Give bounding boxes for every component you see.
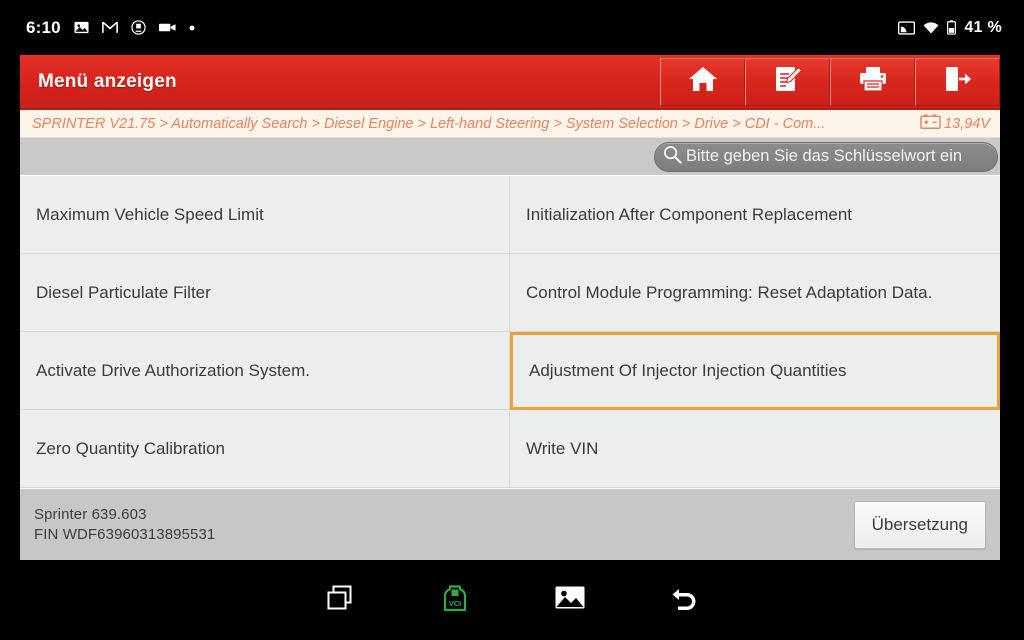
vehicle-vin-label: FIN WDF63960313895531 xyxy=(34,526,216,543)
vci-button[interactable]: VCI xyxy=(397,570,512,630)
app-footer: Sprinter 639.603 FIN WDF63960313895531 Ü… xyxy=(20,488,1000,560)
vci-connector-icon: VCI xyxy=(438,584,472,617)
breadcrumb-bar: SPRINTER V21.75 > Automatically Search >… xyxy=(20,110,1000,138)
menu-item-label: Activate Drive Authorization System. xyxy=(36,360,311,380)
menu-item-initialization-after-component-replacement[interactable]: Initialization After Component Replaceme… xyxy=(510,176,1000,254)
back-button[interactable] xyxy=(627,570,742,630)
wifi-icon xyxy=(923,21,939,34)
menu-item-activate-drive-authorization-system[interactable]: Activate Drive Authorization System. xyxy=(20,332,510,410)
notes-edit-icon xyxy=(773,64,803,99)
menu-item-control-module-programming-reset-adaptation-data[interactable]: Control Module Programming: Reset Adapta… xyxy=(510,254,1000,332)
recents-icon xyxy=(326,584,354,617)
home-button[interactable] xyxy=(660,57,745,106)
notes-button[interactable] xyxy=(745,57,830,106)
gallery-button[interactable] xyxy=(512,570,627,630)
menu-item-label: Diesel Particulate Filter xyxy=(36,282,211,302)
header-toolbar xyxy=(660,57,1000,106)
search-bar-row: Bitte geben Sie das Schlüsselwort ein xyxy=(20,138,1000,176)
app-header: Menü anzeigen xyxy=(20,55,1000,110)
menu-item-label: Zero Quantity Calibration xyxy=(36,438,225,458)
menu-item-diesel-particulate-filter[interactable]: Diesel Particulate Filter xyxy=(20,254,510,332)
android-status-bar: 6:10 41 % xyxy=(0,0,1024,55)
search-input[interactable]: Bitte geben Sie das Schlüsselwort ein xyxy=(654,141,998,172)
breadcrumb[interactable]: SPRINTER V21.75 > Automatically Search >… xyxy=(20,116,920,132)
menu-item-zero-quantity-calibration[interactable]: Zero Quantity Calibration xyxy=(20,410,510,488)
translate-button[interactable]: Übersetzung xyxy=(853,500,986,549)
search-icon xyxy=(663,145,682,169)
status-bar-right: 41 % xyxy=(898,19,1024,37)
back-icon xyxy=(670,585,700,616)
menu-item-adjustment-of-injector-injection-quantities[interactable]: Adjustment Of Injector Injection Quantit… xyxy=(510,332,1000,410)
menu-item-write-vin[interactable]: Write VIN xyxy=(510,410,1000,488)
android-navigation-bar: VCI xyxy=(0,560,1024,640)
menu-item-label: Write VIN xyxy=(526,438,599,458)
printer-icon xyxy=(858,65,888,98)
menu-item-label: Initialization After Component Replaceme… xyxy=(526,204,853,224)
battery-icon xyxy=(947,20,957,35)
voltage-indicator: 13,94V xyxy=(920,114,1000,133)
page-title: Menü anzeigen xyxy=(38,70,177,92)
home-icon xyxy=(688,65,718,98)
vehicle-info: Sprinter 639.603 FIN WDF63960313895531 xyxy=(34,506,215,543)
exit-icon xyxy=(943,65,973,98)
function-menu-grid: Maximum Vehicle Speed Limit Initializati… xyxy=(20,176,1000,488)
search-placeholder: Bitte geben Sie das Schlüsselwort ein xyxy=(686,147,963,165)
cast-icon xyxy=(898,20,916,35)
vehicle-model-label: Sprinter 639.603 xyxy=(34,506,147,523)
menu-item-label: Maximum Vehicle Speed Limit xyxy=(36,204,264,224)
diagnostic-app-window: Menü anzeigen SPRINTER V21.75 > Automati… xyxy=(20,55,1000,560)
status-bar-left: 6:10 xyxy=(0,18,195,38)
voltage-value: 13,94V xyxy=(944,115,990,132)
video-icon xyxy=(158,22,176,33)
exit-button[interactable] xyxy=(915,57,1000,106)
gmail-icon xyxy=(101,21,118,34)
recents-button[interactable] xyxy=(282,570,397,630)
battery-percent-label: 41 % xyxy=(964,18,1002,36)
device-screen: 6:10 41 % Menü anzeigen SPRINTER V21.75 … xyxy=(0,0,1024,640)
gallery-icon xyxy=(555,585,585,615)
car-battery-icon xyxy=(920,114,941,133)
app-icon xyxy=(131,20,146,35)
dot-icon xyxy=(189,25,195,31)
print-button[interactable] xyxy=(830,57,915,106)
menu-item-maximum-vehicle-speed-limit[interactable]: Maximum Vehicle Speed Limit xyxy=(20,176,510,254)
menu-item-label: Adjustment Of Injector Injection Quantit… xyxy=(529,361,847,380)
svg-text:VCI: VCI xyxy=(448,599,461,608)
screenshot-icon xyxy=(74,20,89,35)
menu-item-label: Control Module Programming: Reset Adapta… xyxy=(526,282,933,302)
status-bar-clock: 6:10 xyxy=(26,17,61,37)
